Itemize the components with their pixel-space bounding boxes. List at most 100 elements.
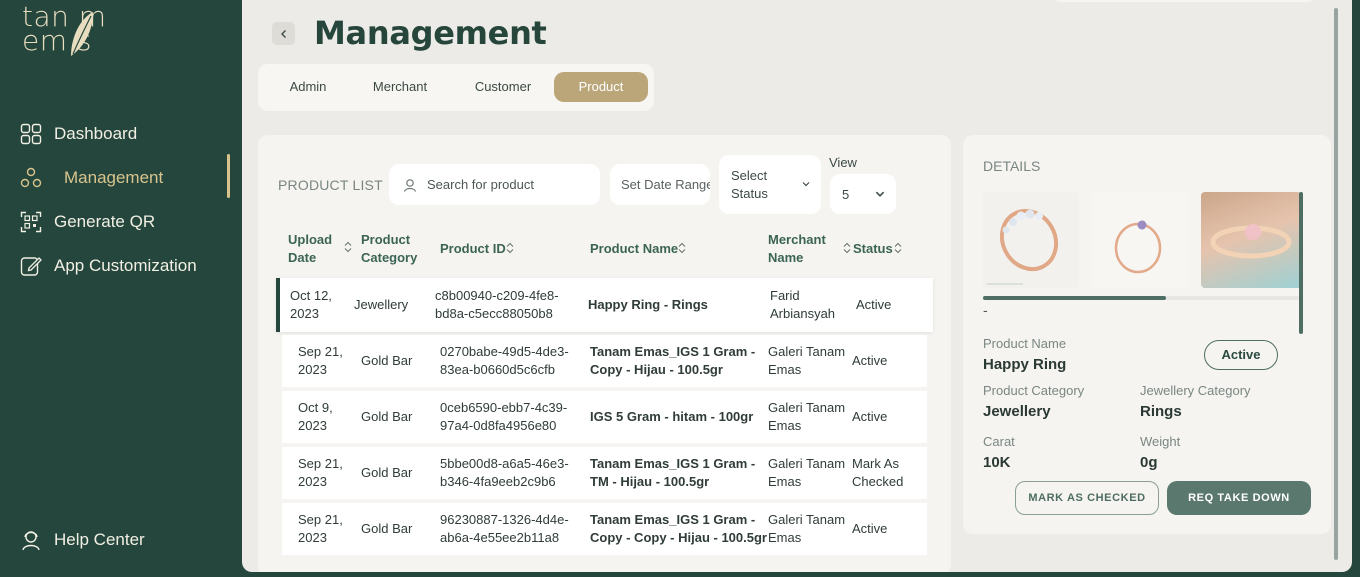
carat-label: Carat	[983, 434, 1015, 449]
brand-logo: tan m em s	[22, 2, 132, 58]
ring-image	[1210, 224, 1292, 259]
view-count-value: 5	[842, 186, 850, 202]
cell-upload-date: Sep 21, 2023	[298, 456, 343, 489]
cell-category: Jewellery	[354, 297, 409, 312]
column-header-upload-date[interactable]: Upload Date	[288, 231, 344, 267]
cell-merchant: Galeri Tanam Emas	[768, 400, 846, 433]
user-search-icon	[403, 178, 417, 192]
cell-upload-date: Sep 21, 2023	[298, 512, 343, 545]
help-center-label: Help Center	[54, 530, 145, 549]
sort-icon[interactable]	[344, 241, 352, 253]
sidebar-item-management[interactable]: Management	[20, 164, 235, 192]
management-nodes-icon	[20, 167, 42, 188]
cell-upload-date: Oct 12, 2023	[290, 288, 332, 321]
cell-category: Gold Bar	[361, 465, 413, 480]
cell-product-name: Happy Ring - Rings	[588, 297, 708, 312]
sidebar-item-dashboard[interactable]: Dashboard	[20, 120, 235, 148]
product-image-1[interactable]	[983, 192, 1079, 288]
cell-upload-date: Oct 9, 2023	[298, 400, 333, 433]
cell-category: Gold Bar	[361, 409, 413, 424]
image-carousel-thumb[interactable]	[983, 296, 1167, 300]
column-header-product-name[interactable]: Product Name	[590, 240, 678, 258]
table-row[interactable]: Sep 21, 2023 Gold Bar 96230887-1326-4d4e…	[282, 503, 927, 555]
chevron-down-icon	[802, 182, 810, 187]
table-row[interactable]: Sep 21, 2023 Gold Bar 0270babe-49d5-4de3…	[282, 335, 927, 387]
back-button[interactable]	[272, 22, 295, 45]
product-image-3[interactable]	[1201, 192, 1301, 288]
product-list-title: PRODUCT LIST	[278, 177, 383, 193]
column-header-status[interactable]: Status	[853, 240, 893, 258]
page-scrollbar[interactable]	[1334, 8, 1338, 560]
weight-label: Weight	[1140, 434, 1181, 449]
status-badge: Active	[1204, 340, 1278, 370]
product-name-value: Happy Ring	[983, 356, 1067, 373]
leaf-icon	[71, 12, 93, 56]
tab-customer[interactable]: Customer	[458, 72, 548, 102]
sidebar: tan m em s Dashboard Management Generate…	[0, 0, 242, 577]
search-box[interactable]	[389, 164, 600, 205]
req-take-down-button[interactable]: REQ TAKE DOWN	[1167, 481, 1311, 515]
ring-image	[1114, 220, 1162, 274]
cell-product-name: Tanam Emas_IGS 1 Gram - Copy - Hijau - 1…	[590, 344, 756, 377]
image-carousel-scrollbar[interactable]	[983, 296, 1299, 300]
cell-product-id: 0ceb6590-ebb7-4c39-97a4-0d8fa4956e80	[440, 400, 568, 433]
cell-product-name: Tanam Emas_IGS 1 Gram - Copy - Copy - Hi…	[590, 512, 767, 545]
view-count-select[interactable]: 5	[830, 174, 896, 214]
cell-merchant: Farid Arbiansyah	[770, 288, 836, 321]
weight-value: 0g	[1140, 454, 1158, 471]
cell-merchant: Galeri Tanam Emas	[768, 512, 846, 545]
chevron-down-icon	[875, 191, 885, 197]
sort-icon[interactable]	[678, 242, 686, 254]
active-indicator	[227, 154, 230, 198]
details-scrollbar[interactable]	[1299, 192, 1303, 334]
table-row[interactable]: Sep 21, 2023 Gold Bar 5bbe00d8-a6a5-46e3…	[282, 447, 927, 499]
main-panel: Management Admin Merchant Customer Produ…	[242, 0, 1352, 572]
sidebar-item-label: Generate QR	[54, 212, 156, 231]
jewellery-category-label: Jewellery Category	[1140, 383, 1251, 398]
cell-product-id: c8b00940-c209-4fe8-bd8a-c5ecc88050b8	[435, 288, 559, 321]
tab-product[interactable]: Product	[554, 72, 648, 102]
search-input[interactable]	[427, 177, 587, 192]
product-image-2[interactable]	[1092, 192, 1188, 288]
sidebar-item-label: Management	[64, 168, 164, 187]
sidebar-item-help-center[interactable]: Help Center	[20, 526, 235, 554]
column-header-product-id[interactable]: Product ID	[440, 240, 506, 258]
cell-upload-date: Sep 21, 2023	[298, 344, 343, 377]
tab-merchant[interactable]: Merchant	[358, 72, 442, 102]
cell-category: Gold Bar	[361, 521, 413, 536]
date-range-input[interactable]	[621, 177, 710, 192]
sidebar-item-app-customization[interactable]: App Customization	[20, 252, 235, 280]
product-category-label: Product Category	[983, 383, 1085, 398]
cell-status: Active	[852, 521, 888, 536]
jewellery-category-value: Rings	[1140, 403, 1182, 420]
details-title: DETAILS	[983, 158, 1041, 174]
carat-value: 10K	[983, 454, 1011, 471]
column-header-merchant[interactable]: Merchant Name	[768, 231, 830, 267]
qr-scan-icon	[20, 211, 42, 233]
date-range-box[interactable]	[610, 164, 710, 205]
table-row[interactable]: Oct 9, 2023 Gold Bar 0ceb6590-ebb7-4c39-…	[282, 391, 927, 443]
sidebar-item-label: Dashboard	[54, 124, 138, 143]
sort-icon[interactable]	[894, 242, 902, 254]
view-label: View	[829, 155, 857, 170]
status-select-value: Select Status	[731, 168, 768, 201]
column-header-category[interactable]: Product Category	[361, 231, 425, 267]
cell-product-name: Tanam Emas_IGS 1 Gram -TM - Hijau - 100.…	[590, 456, 756, 489]
image-caption: -	[983, 302, 988, 318]
cell-product-id: 0270babe-49d5-4de3-83ea-b0660d5c6cfb	[440, 344, 569, 377]
cell-merchant: Galeri Tanam Emas	[768, 344, 846, 377]
cell-status: Active	[852, 409, 888, 424]
status-select[interactable]: Select Status	[719, 155, 821, 214]
cell-category: Gold Bar	[361, 353, 413, 368]
product-category-value: Jewellery	[983, 403, 1051, 420]
cell-status: Active	[852, 353, 888, 368]
table-row[interactable]: Oct 12, 2023 Jewellery c8b00940-c209-4fe…	[276, 278, 933, 332]
mark-as-checked-button[interactable]: MARK AS CHECKED	[1015, 481, 1159, 515]
tab-admin[interactable]: Admin	[276, 72, 340, 102]
product-list-card: PRODUCT LIST Select Status View 5 Uplo	[258, 135, 951, 572]
sidebar-item-generate-qr[interactable]: Generate QR	[20, 208, 235, 236]
sort-icon[interactable]	[506, 242, 514, 254]
edit-pencil-icon	[20, 257, 42, 276]
cell-product-id: 96230887-1326-4d4e-ab6a-4e55ee2b11a8	[440, 512, 569, 545]
sort-icon[interactable]	[843, 242, 851, 254]
